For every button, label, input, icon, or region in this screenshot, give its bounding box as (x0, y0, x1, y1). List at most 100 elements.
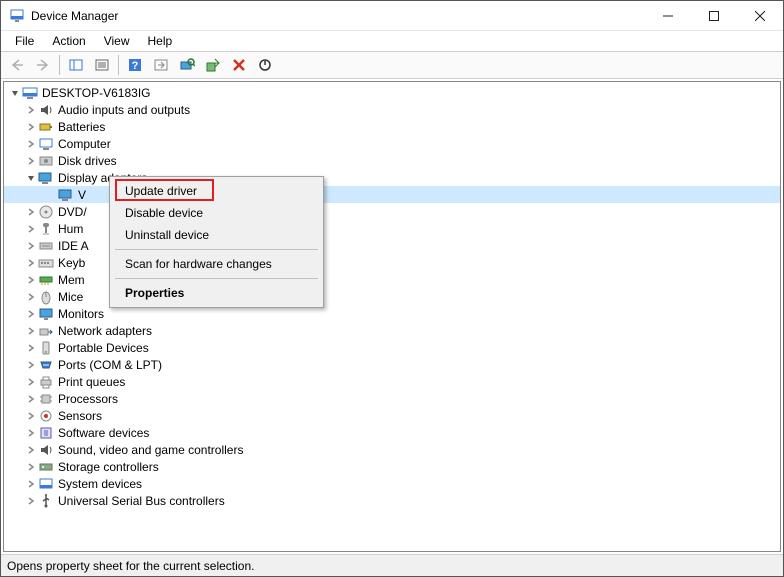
tree-category-label: Keyb (58, 256, 85, 270)
ctx-update-driver[interactable]: Update driver (113, 180, 320, 202)
tree-category[interactable]: Software devices (4, 424, 780, 441)
ctx-separator (115, 278, 318, 279)
chevron-down-icon[interactable] (24, 171, 38, 185)
tree-category-label: Disk drives (58, 154, 117, 168)
tree-category-label: Batteries (58, 120, 105, 134)
display-adapter-icon (58, 187, 74, 203)
tree-category-label: Processors (58, 392, 118, 406)
disable-button[interactable] (253, 54, 277, 76)
menu-help[interactable]: Help (140, 33, 181, 49)
menu-action[interactable]: Action (44, 33, 93, 49)
tree-category[interactable]: System devices (4, 475, 780, 492)
tree-category[interactable]: Network adapters (4, 322, 780, 339)
chevron-right-icon[interactable] (24, 460, 38, 474)
ctx-properties[interactable]: Properties (113, 282, 320, 304)
toolbar: ? (1, 51, 783, 79)
toolbar-separator (59, 55, 60, 75)
chevron-right-icon[interactable] (24, 409, 38, 423)
chevron-right-icon[interactable] (24, 358, 38, 372)
chevron-right-icon[interactable] (24, 205, 38, 219)
scan-hardware-button[interactable] (175, 54, 199, 76)
tree-device-label: V (78, 188, 86, 202)
category-icon (38, 153, 54, 169)
back-arrow-icon (9, 57, 25, 73)
help-button[interactable]: ? (123, 54, 147, 76)
properties-icon (94, 57, 110, 73)
tree-category[interactable]: Disk drives (4, 152, 780, 169)
show-hide-tree-button[interactable] (64, 54, 88, 76)
category-icon (38, 102, 54, 118)
tree-category-label: Computer (58, 137, 111, 151)
tree-category[interactable]: Universal Serial Bus controllers (4, 492, 780, 509)
tree-category-label: Monitors (58, 307, 104, 321)
category-icon (38, 119, 54, 135)
chevron-right-icon[interactable] (24, 494, 38, 508)
tree-category[interactable]: Batteries (4, 118, 780, 135)
chevron-right-icon[interactable] (24, 239, 38, 253)
ctx-disable-device[interactable]: Disable device (113, 202, 320, 224)
chevron-right-icon[interactable] (24, 341, 38, 355)
tree-category[interactable]: Sensors (4, 407, 780, 424)
close-button[interactable] (737, 1, 783, 30)
chevron-right-icon[interactable] (24, 426, 38, 440)
maximize-button[interactable] (691, 1, 737, 30)
help-icon: ? (127, 57, 143, 73)
chevron-right-icon[interactable] (24, 290, 38, 304)
chevron-right-icon[interactable] (24, 120, 38, 134)
computer-icon (22, 85, 38, 101)
chevron-right-icon[interactable] (24, 222, 38, 236)
chevron-right-icon[interactable] (24, 103, 38, 117)
menu-file[interactable]: File (7, 33, 42, 49)
category-icon (38, 425, 54, 441)
ctx-scan-hardware[interactable]: Scan for hardware changes (113, 253, 320, 275)
ctx-separator (115, 249, 318, 250)
minimize-icon (663, 11, 673, 21)
tree-category[interactable]: Ports (COM & LPT) (4, 356, 780, 373)
chevron-right-icon[interactable] (24, 307, 38, 321)
chevron-right-icon[interactable] (24, 256, 38, 270)
tree-category-label: Sound, video and game controllers (58, 443, 243, 457)
chevron-right-icon[interactable] (24, 324, 38, 338)
back-button[interactable] (5, 54, 29, 76)
category-icon (38, 459, 54, 475)
category-icon (38, 136, 54, 152)
category-icon (38, 357, 54, 373)
device-tree-panel[interactable]: DESKTOP-V6183IG Audio inputs and outputs… (3, 81, 781, 552)
tree-root[interactable]: DESKTOP-V6183IG (4, 84, 780, 101)
tree-category-label: Universal Serial Bus controllers (58, 494, 225, 508)
action-icon (153, 57, 169, 73)
chevron-down-icon[interactable] (8, 86, 22, 100)
category-icon (38, 442, 54, 458)
chevron-right-icon[interactable] (24, 137, 38, 151)
uninstall-button[interactable] (227, 54, 251, 76)
category-icon (38, 408, 54, 424)
tree-category[interactable]: Processors (4, 390, 780, 407)
delete-x-icon (231, 57, 247, 73)
ctx-uninstall-device[interactable]: Uninstall device (113, 224, 320, 246)
update-driver-button[interactable] (201, 54, 225, 76)
properties-button[interactable] (90, 54, 114, 76)
chevron-right-icon[interactable] (24, 392, 38, 406)
category-icon (38, 238, 54, 254)
tree-category-label: Software devices (58, 426, 149, 440)
chevron-right-icon[interactable] (24, 154, 38, 168)
category-icon (38, 374, 54, 390)
tree-category-label: Storage controllers (58, 460, 159, 474)
menu-view[interactable]: View (96, 33, 138, 49)
tree-category[interactable]: Storage controllers (4, 458, 780, 475)
chevron-right-icon[interactable] (24, 443, 38, 457)
chevron-right-icon[interactable] (24, 273, 38, 287)
tree-category[interactable]: Audio inputs and outputs (4, 101, 780, 118)
category-icon (38, 493, 54, 509)
forward-button[interactable] (31, 54, 55, 76)
chevron-right-icon[interactable] (24, 375, 38, 389)
tree-category[interactable]: Print queues (4, 373, 780, 390)
titlebar: Device Manager (1, 1, 783, 31)
chevron-right-icon[interactable] (24, 477, 38, 491)
tree-category[interactable]: Portable Devices (4, 339, 780, 356)
tree-category-label: Network adapters (58, 324, 152, 338)
action-button[interactable] (149, 54, 173, 76)
tree-category[interactable]: Computer (4, 135, 780, 152)
tree-category[interactable]: Sound, video and game controllers (4, 441, 780, 458)
minimize-button[interactable] (645, 1, 691, 30)
